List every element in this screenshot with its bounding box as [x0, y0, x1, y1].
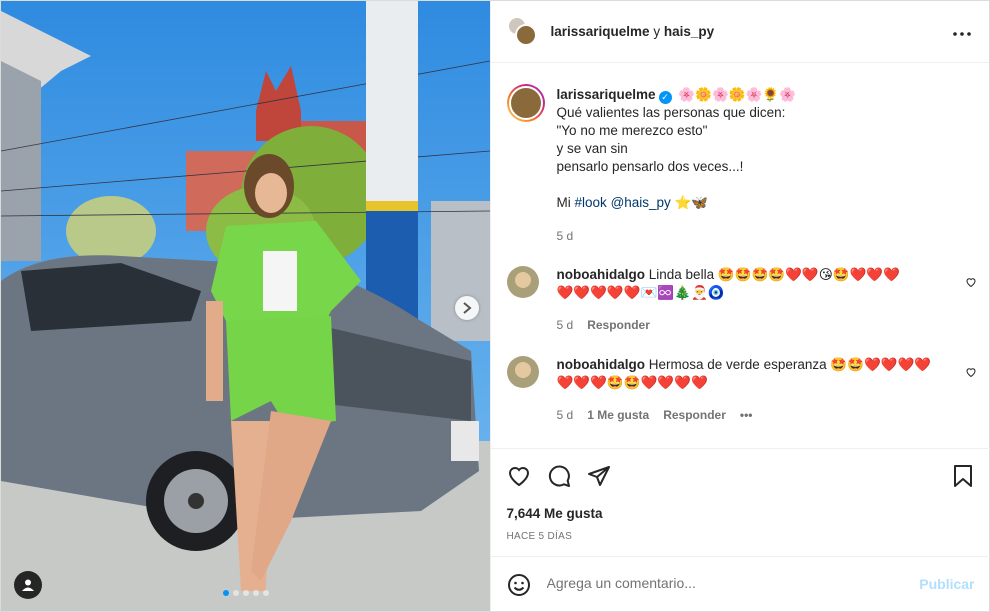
carousel-dot: [233, 590, 239, 596]
mention-link[interactable]: @hais_py: [611, 195, 671, 210]
comment-meta: 5 d 1 Me gusta Responder •••: [557, 408, 753, 422]
comment-like-heart-icon[interactable]: [965, 366, 977, 378]
caption: larissariquelme ✓ 🌸🌼🌸🌼🌸🌻🌸 Qué valientes l…: [557, 86, 967, 212]
comment-time[interactable]: 5 d: [557, 408, 574, 422]
post-dialog: larissariquelme y hais_py larissariquelm…: [0, 0, 990, 612]
chevron-right-icon: [463, 302, 472, 314]
reply-button[interactable]: Responder: [663, 408, 726, 422]
avatar: [506, 356, 539, 388]
collab-avatars[interactable]: [506, 15, 539, 48]
comment-time[interactable]: 5 d: [557, 318, 574, 332]
comment-1: noboahidalgo Linda bella 🤩🤩🤩🤩❤️❤️😘🤩❤️❤️❤…: [557, 266, 937, 302]
post-actions: 7,644 Me gusta HACE 5 DÍAS: [490, 448, 990, 556]
heart-icon[interactable]: [507, 464, 531, 488]
paper-plane-icon[interactable]: [587, 464, 611, 488]
next-photo-button[interactable]: [455, 296, 479, 320]
comment-emojis: 🤩🤩❤️❤️❤️❤️: [830, 357, 932, 373]
photo-scene: [1, 1, 490, 611]
comment-avatar[interactable]: [506, 356, 539, 388]
more-horizontal-icon: [953, 32, 971, 36]
post-photo[interactable]: [1, 1, 490, 611]
caption-emojis: 🌸🌼🌸🌼🌸🌻🌸: [678, 87, 796, 103]
comment-likes-count[interactable]: 1 Me gusta: [587, 408, 649, 422]
caption-line-prefix: Mi: [556, 195, 571, 210]
avatar: [508, 86, 543, 120]
user-tag-icon: [22, 579, 34, 591]
comment-username[interactable]: noboahidalgo: [557, 357, 646, 372]
avatar: [506, 266, 539, 298]
smiley-icon[interactable]: [507, 573, 531, 597]
caption-username[interactable]: larissariquelme: [557, 87, 656, 102]
caption-line: pensarlo pensarlo dos veces...!: [556, 159, 744, 174]
hashtag-link[interactable]: #look: [575, 195, 607, 210]
carousel-dot: [253, 590, 259, 596]
carousel-dot: [243, 590, 249, 596]
comment-avatar[interactable]: [506, 266, 539, 298]
post-side-panel: larissariquelme y hais_py larissariquelm…: [489, 1, 990, 612]
comment-icon[interactable]: [547, 464, 571, 488]
header-username-link[interactable]: larissariquelme: [551, 24, 650, 39]
comment-2: noboahidalgo Hermosa de verde esperanza …: [557, 356, 947, 392]
caption-emojis-end: ⭐🦋: [674, 195, 709, 211]
caption-avatar[interactable]: [506, 84, 545, 122]
likes-count[interactable]: 7,644 Me gusta: [507, 506, 603, 521]
collab-usernames: larissariquelme y hais_py: [551, 24, 715, 39]
caption-line: "Yo no me merezco esto": [556, 123, 708, 138]
avatar: [514, 23, 537, 46]
story-ring: [506, 84, 545, 122]
caption-meta: 5 d: [557, 229, 574, 243]
comment-username[interactable]: noboahidalgo: [557, 267, 646, 282]
caption-time[interactable]: 5 d: [557, 229, 574, 243]
comment-meta: 5 d Responder: [557, 318, 650, 332]
comment-emojis: ❤️❤️❤️❤️❤️💌♾️🎄🎅🧿: [556, 285, 725, 301]
user-tag-button[interactable]: [14, 571, 42, 599]
add-comment-bar: Publicar: [490, 556, 990, 612]
caption-line: Qué valientes las personas que dicen:: [556, 105, 786, 120]
bookmark-icon[interactable]: [951, 464, 975, 488]
comment-more-button[interactable]: •••: [740, 408, 753, 422]
verified-badge-icon: ✓: [658, 91, 672, 104]
header-username-link[interactable]: hais_py: [664, 24, 714, 39]
comment-emojis: ❤️❤️❤️🤩🤩❤️❤️❤️❤️: [556, 375, 708, 391]
comment-emojis: 🤩🤩🤩🤩❤️❤️😘🤩❤️❤️❤️: [717, 267, 901, 283]
more-options-button[interactable]: [953, 23, 971, 37]
publish-button[interactable]: Publicar: [919, 576, 974, 592]
comment-text: Linda bella: [648, 267, 715, 282]
post-header: larissariquelme y hais_py: [490, 1, 989, 63]
carousel-dot: [223, 590, 229, 596]
carousel-indicator: [223, 590, 269, 596]
header-connector: y: [653, 24, 661, 39]
caption-line: y se van sin: [556, 141, 628, 156]
post-date[interactable]: HACE 5 DÍAS: [507, 531, 573, 542]
comment-like-heart-icon[interactable]: [965, 276, 977, 288]
comment-input[interactable]: [546, 575, 887, 591]
comments-section[interactable]: larissariquelme ✓ 🌸🌼🌸🌼🌸🌻🌸 Qué valientes l…: [491, 64, 990, 448]
reply-button[interactable]: Responder: [587, 318, 650, 332]
comment-text: Hermosa de verde esperanza: [648, 357, 827, 372]
carousel-dot: [263, 590, 269, 596]
